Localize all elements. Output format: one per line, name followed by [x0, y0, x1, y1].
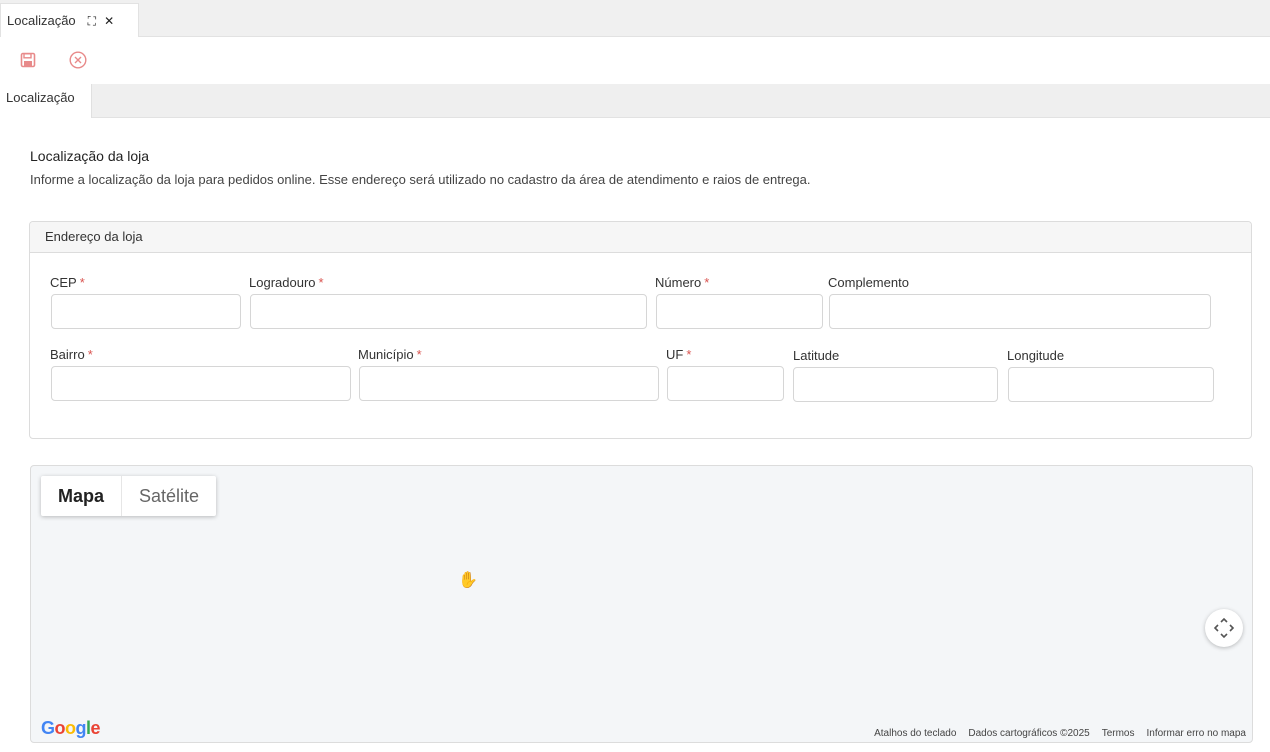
window-tabbar: Localização ⛶ ✕: [0, 0, 1270, 37]
address-panel-header: Endereço da loja: [30, 222, 1251, 253]
municipio-field[interactable]: [359, 366, 659, 401]
complemento-label: Complemento: [828, 275, 909, 290]
save-icon: [20, 52, 36, 68]
numero-field[interactable]: [656, 294, 823, 329]
longitude-label: Longitude: [1007, 348, 1065, 363]
address-panel: Endereço da loja CEP * Logradouro * Número…: [29, 221, 1252, 439]
latitude-label: Latitude: [793, 348, 840, 363]
map-footer: Atalhos do teclado Dados cartográficos ©…: [874, 728, 1246, 739]
google-logo: Google: [41, 718, 101, 738]
toolbar: [0, 37, 1270, 84]
map-data-attribution: Dados cartográficos ©2025: [968, 728, 1090, 739]
uf-field[interactable]: [667, 366, 784, 401]
cep-label: CEP *: [50, 275, 85, 290]
map-type-satellite-button[interactable]: Satélite: [121, 476, 216, 516]
municipio-label: Município *: [358, 347, 422, 362]
section-description: Informe a localização da loja para pedid…: [30, 172, 811, 187]
expand-icon[interactable]: ⛶: [88, 15, 96, 27]
uf-label: UF *: [666, 347, 692, 362]
map-type-control: Mapa Satélite: [41, 476, 217, 516]
terms-link[interactable]: Termos: [1102, 728, 1135, 739]
bairro-label: Bairro *: [50, 347, 93, 362]
cancel-circle-icon: [69, 51, 87, 69]
section-title: Localização da loja: [30, 148, 150, 164]
longitude-field[interactable]: [1008, 367, 1214, 402]
report-error-link[interactable]: Informar erro no mapa: [1147, 728, 1247, 739]
close-icon[interactable]: ✕: [104, 15, 114, 27]
cancel-button[interactable]: [67, 49, 89, 71]
map-type-map-button[interactable]: Mapa: [41, 476, 121, 516]
cep-field[interactable]: [51, 294, 241, 329]
logradouro-label: Logradouro *: [249, 275, 324, 290]
tab-localizacao[interactable]: Localização: [0, 84, 92, 118]
numero-label: Número *: [655, 275, 710, 290]
window-tab-label: Localização: [7, 13, 76, 28]
hand-cursor-icon: ✋: [458, 572, 478, 589]
save-button[interactable]: [17, 49, 39, 71]
window-tab-localizacao[interactable]: Localização ⛶ ✕: [0, 3, 139, 37]
latitude-field[interactable]: [793, 367, 998, 402]
map-canvas[interactable]: Mapa Satélite ✋ Google Atalhos do teclad…: [30, 465, 1253, 743]
keyboard-shortcuts-link[interactable]: Atalhos do teclado: [874, 728, 956, 739]
camera-pan-control[interactable]: [1205, 609, 1243, 647]
complemento-field[interactable]: [829, 294, 1211, 329]
pan-arrows-icon: [1213, 617, 1235, 639]
bairro-field[interactable]: [51, 366, 351, 401]
logradouro-field[interactable]: [250, 294, 647, 329]
subtab-bar: Localização: [0, 84, 1270, 118]
